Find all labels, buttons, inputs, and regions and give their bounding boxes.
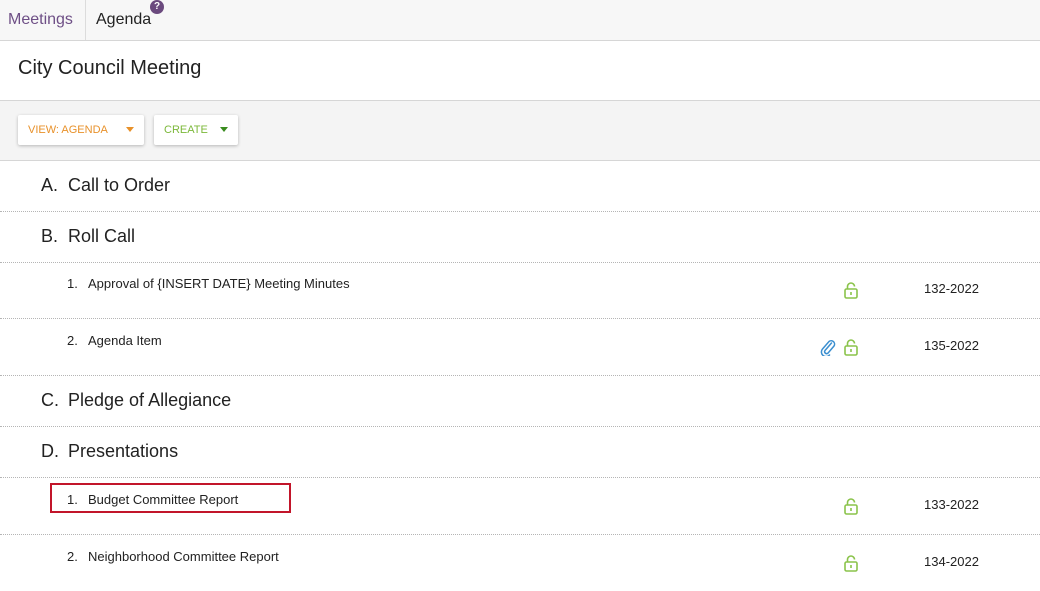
lock-icon[interactable] [844, 281, 858, 299]
item-code: 132-2022 [924, 281, 979, 296]
item-code: 133-2022 [924, 497, 979, 512]
view-agenda-dropdown-button[interactable]: VIEW: AGENDA [18, 115, 144, 145]
item-number: 2. [67, 549, 78, 564]
agenda-section[interactable]: C. Pledge of Allegiance [0, 376, 1040, 427]
section-title[interactable]: Roll Call [68, 226, 135, 247]
lock-icon[interactable] [844, 497, 858, 515]
breadcrumb-agenda: Agenda [96, 11, 152, 28]
section-letter: D. [41, 441, 59, 461]
page-title: City Council Meeting [18, 57, 202, 79]
page-header: City Council Meeting [0, 41, 1040, 101]
item-code: 134-2022 [924, 554, 979, 569]
lock-icon[interactable] [844, 338, 858, 356]
highlight-box [50, 483, 291, 513]
section-letter: B. [41, 226, 59, 246]
agenda-item[interactable]: 2. Agenda Item 135-2022 [0, 319, 1040, 376]
agenda-item[interactable]: 2. Neighborhood Committee Report 134-202… [0, 535, 1040, 591]
breadcrumb: Meetings Agenda ? [0, 0, 1040, 41]
item-number: 1. [67, 276, 78, 291]
item-title[interactable]: Agenda Item [88, 333, 162, 348]
paperclip-icon[interactable] [820, 338, 836, 356]
section-title[interactable]: Presentations [68, 441, 178, 462]
agenda-item[interactable]: 1. Approval of {INSERT DATE} Meeting Min… [0, 262, 1040, 319]
section-letter: A. [41, 175, 59, 195]
item-title[interactable]: Neighborhood Committee Report [88, 549, 279, 564]
item-number: 2. [67, 333, 78, 348]
agenda-section[interactable]: D. Presentations [0, 427, 1040, 478]
caret-down-icon [220, 127, 228, 132]
item-code: 135-2022 [924, 338, 979, 353]
section-title[interactable]: Pledge of Allegiance [68, 390, 231, 411]
lock-icon[interactable] [844, 554, 858, 572]
help-icon[interactable]: ? [150, 0, 164, 14]
agenda-section[interactable]: B. Roll Call [0, 212, 1040, 263]
section-title[interactable]: Call to Order [68, 175, 170, 196]
create-dropdown-button[interactable]: CREATE [154, 115, 238, 145]
item-title[interactable]: Approval of {INSERT DATE} Meeting Minute… [88, 276, 350, 291]
create-label: CREATE [164, 124, 208, 136]
breadcrumb-divider [85, 0, 86, 40]
caret-down-icon [126, 127, 134, 132]
section-letter: C. [41, 390, 59, 410]
agenda-section[interactable]: A. Call to Order [0, 161, 1040, 212]
toolbar: VIEW: AGENDA CREATE [0, 101, 1040, 161]
breadcrumb-meetings-link[interactable]: Meetings [8, 0, 73, 40]
view-agenda-label: VIEW: AGENDA [28, 124, 108, 136]
